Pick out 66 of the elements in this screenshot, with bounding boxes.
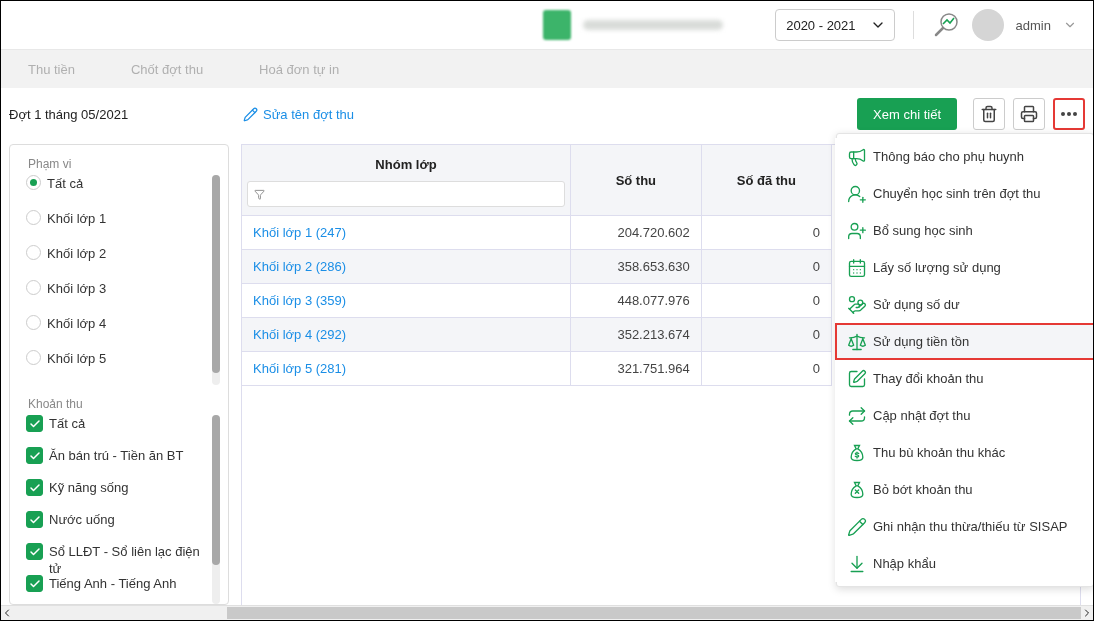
menu-item[interactable]: Bỏ bớt khoản thu [835, 471, 1093, 508]
avatar [971, 9, 1004, 41]
class-group-link[interactable]: Khối lớp 5 (281) [253, 361, 347, 376]
table-cell: 321.751.964 [617, 361, 690, 376]
rename-link[interactable]: Sửa tên đợt thu [243, 106, 354, 122]
checkbox-option[interactable]: Kỹ năng sống [26, 479, 208, 507]
trash-icon [980, 105, 998, 123]
filter-field[interactable] [247, 181, 565, 207]
checkbox-option[interactable]: Tiếng Anh - Tiếng Anh [26, 575, 208, 603]
logo-icon [543, 10, 572, 40]
pencil-icon [243, 106, 258, 122]
radio-option[interactable]: Khối lớp 1 [26, 210, 208, 245]
pencil-icon [847, 516, 867, 537]
table-cell: 0 [812, 225, 820, 240]
menu-item[interactable]: Sử dụng tiền tồn [835, 323, 1093, 360]
calendar-icon [847, 257, 867, 278]
menu-item[interactable]: Lấy số lượng sử dụng [835, 249, 1093, 286]
radio-option[interactable]: Khối lớp 2 [26, 245, 208, 280]
menu-item[interactable]: Thông báo cho phụ huynh [835, 138, 1093, 175]
table-cell: 0 [812, 259, 820, 274]
checkbox-option[interactable]: Nước uống [26, 511, 208, 539]
user-plus-icon [847, 220, 867, 241]
menu-item[interactable]: Bổ sung học sinh [835, 212, 1093, 249]
menu-item[interactable]: Nhập khẩu [835, 545, 1093, 582]
column-header: Số đã thu [736, 172, 796, 188]
table-cell: 448.077.976 [617, 293, 690, 308]
table-cell: 352.213.674 [617, 327, 690, 342]
class-group-link[interactable]: Khối lớp 1 (247) [253, 225, 347, 240]
printer-icon [1020, 105, 1038, 123]
table-cell: 0 [812, 327, 820, 342]
menu-item[interactable]: Thu bù khoản thu khác [835, 434, 1093, 471]
user-name: admin [1015, 17, 1051, 33]
table-cell: 204.720.602 [617, 225, 690, 240]
column-header: Nhóm lớp [375, 156, 437, 172]
checkbox-option[interactable]: Tất cả [26, 415, 208, 443]
checkbox-option[interactable]: Ăn bán trú - Tiền ăn BT [26, 447, 208, 475]
radio-option[interactable]: Tất cả [26, 175, 208, 210]
group-title: Phạm vi [28, 157, 73, 171]
menu-item[interactable]: Ghi nhận thu thừa/thiếu từ SISAP [835, 508, 1093, 545]
menu-item[interactable]: Chuyển học sinh trên đợt thu [835, 175, 1093, 212]
batch-title: Đợt 1 tháng 05/2021 [9, 106, 130, 122]
menu-item[interactable]: Cập nhật đợt thu [835, 397, 1093, 434]
more-button[interactable] [1053, 98, 1085, 130]
menu-item[interactable]: Thay đổi khoản thu [835, 360, 1093, 397]
scale-icon [847, 331, 867, 352]
megaphone-icon [847, 146, 867, 167]
menu-item[interactable]: Sử dụng số dư [835, 286, 1093, 323]
user-plus-icon [847, 183, 867, 204]
radio-option[interactable]: Khối lớp 4 [26, 315, 208, 350]
table-cell: 0 [812, 293, 820, 308]
group-title: Khoản thu [28, 397, 84, 411]
repeat-icon [847, 405, 867, 426]
table-cell: 0 [812, 361, 820, 376]
radio-option[interactable]: Khối lớp 3 [26, 280, 208, 315]
year-select[interactable]: 2020 - 2021 [775, 9, 895, 41]
delete-button[interactable] [973, 98, 1005, 130]
edit-icon [847, 368, 867, 389]
more-icon [1061, 112, 1077, 116]
filter-icon [254, 188, 265, 200]
column-header: Số thu [615, 172, 657, 188]
checkbox-option[interactable]: Sổ LLĐT - Sổ liên lạc điện tử [26, 543, 208, 571]
radio-option[interactable]: Khối lớp 5 [26, 350, 208, 385]
table-cell: 358.653.630 [617, 259, 690, 274]
class-group-link[interactable]: Khối lớp 3 (359) [253, 293, 347, 308]
hand-coin-icon [847, 294, 867, 315]
print-button[interactable] [1013, 98, 1045, 130]
